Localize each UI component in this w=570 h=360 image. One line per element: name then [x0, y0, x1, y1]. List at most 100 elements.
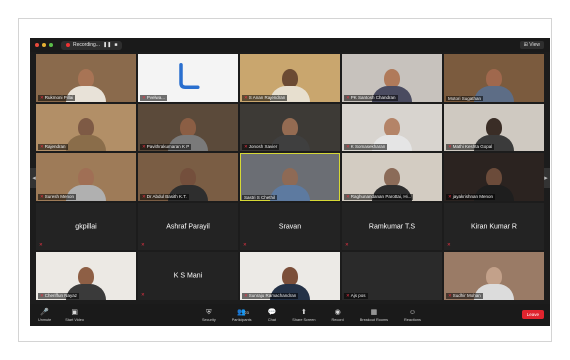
participant-name: Ashraf Parayil — [166, 223, 210, 231]
muted-mic-icon: ✕ — [39, 242, 43, 248]
participant-name: gkpillai — [75, 223, 97, 231]
participant-tile[interactable]: ✕jayakrishnan Menon — [444, 153, 544, 201]
participant-name: ✕Sudhir Mohan — [446, 292, 483, 299]
muted-mic-icon: ✕ — [346, 94, 350, 100]
participants-count: 23 — [244, 309, 249, 315]
participant-tile[interactable]: ✕Raghunandanan Parottai, Hi... — [342, 153, 442, 201]
muted-mic-icon: ✕ — [346, 144, 350, 150]
zoom-meeting-window: Recording... ❚❚ ■ ⊞ View ◂ ▸ ✕Rukmoni Pi… — [30, 38, 550, 326]
participant-tile[interactable]: ✕Jonosh Xavier — [240, 103, 340, 152]
muted-mic-icon: ✕ — [447, 242, 451, 248]
muted-mic-icon: ✕ — [244, 94, 248, 100]
participant-name: ✕Pavithrakumaran K P — [140, 144, 192, 151]
muted-mic-icon: ✕ — [345, 242, 349, 248]
muted-mic-icon: ✕ — [141, 242, 145, 248]
participant-name: Kiran Kumar R — [471, 223, 517, 231]
minimize-window-icon[interactable] — [42, 43, 46, 47]
company-logo-icon — [179, 62, 200, 89]
breakout-button[interactable]: ▦ Breakout Rooms — [360, 305, 388, 325]
participant-tile[interactable]: Ramkumar T.S ✕ — [342, 202, 442, 251]
participant-tile[interactable]: ✕Dr Abdul Basith K.T. — [138, 153, 238, 201]
participant-tile[interactable]: ✕PK Santosh Chandran — [342, 54, 442, 102]
participant-name: Sravan — [278, 223, 302, 231]
participant-name: ✕Jonosh Xavier — [242, 144, 280, 151]
participant-tile[interactable]: Sravan ✕ — [240, 202, 340, 251]
window-controls — [35, 43, 53, 47]
video-button[interactable]: ▣ Start Video — [65, 305, 84, 325]
recording-label: Recording... — [73, 42, 100, 48]
toolbar-label: Start Video — [65, 317, 85, 322]
toolbar-label: Share Screen — [292, 317, 316, 322]
muted-mic-icon: ✕ — [346, 292, 350, 298]
close-window-icon[interactable] — [35, 43, 39, 47]
stop-icon[interactable]: ■ — [114, 42, 117, 48]
breakout-icon: ▦ — [370, 308, 378, 316]
muted-mic-icon: ✕ — [40, 144, 44, 150]
reactions-button[interactable]: ☺ Reactions — [404, 305, 421, 325]
participant-tile[interactable]: ✕Ajs pos — [342, 252, 442, 300]
participant-name: ✕Cheriffun Nayaz — [38, 292, 79, 299]
participant-tile[interactable]: K S Mani ✕ — [138, 252, 238, 300]
participant-tile[interactable]: ✕Suresh Menon — [36, 153, 136, 201]
participant-tile[interactable]: Motori Sugathan — [444, 54, 544, 102]
participant-name: ✕jayakrishnan Menon — [446, 193, 496, 200]
participant-tile[interactable]: ✕Sunraju Ramachandran — [240, 252, 340, 300]
recording-indicator[interactable]: Recording... ❚❚ ■ — [61, 40, 123, 50]
muted-mic-icon: ✕ — [142, 144, 146, 150]
participant-tile[interactable]: ✕Rajendran — [36, 103, 136, 152]
participant-name: Sastri S Chethil — [242, 194, 278, 200]
security-icon: ⛨ — [206, 308, 212, 316]
participant-tile[interactable]: Kiran Kumar R ✕ — [444, 202, 544, 251]
muted-mic-icon: ✕ — [40, 292, 44, 298]
pause-icon[interactable]: ❚❚ — [103, 42, 111, 48]
participant-tile[interactable]: ✕S Anan Rajendran — [240, 54, 340, 102]
participant-name: ✕PK Santosh Chandran — [344, 94, 398, 101]
chat-button[interactable]: 💬 Chat — [268, 305, 277, 325]
muted-mic-icon: ✕ — [448, 144, 452, 150]
record-button[interactable]: ◉ Record — [332, 305, 344, 325]
toolbar-center: ⛨ Security 👥 23 Participants 💬 Chat ⬆ Share Scre… — [202, 305, 421, 325]
participant-tile[interactable]: Ashraf Parayil ✕ — [138, 202, 238, 251]
mic-button[interactable]: 🎤 Unmute — [38, 305, 51, 325]
participant-tile[interactable]: ✕Mathi Keshta Gopal — [444, 103, 544, 152]
participant-name: K S Mani — [173, 272, 203, 280]
security-button[interactable]: ⛨ Security — [202, 305, 216, 325]
participant-tile[interactable]: gkpillai ✕ — [36, 202, 136, 251]
participant-tile[interactable]: Sastri S Chethil — [240, 153, 340, 201]
participant-name: ✕Suresh Menon — [38, 193, 77, 200]
share-screen-button[interactable]: ⬆ Share Screen — [292, 305, 315, 325]
participant-tile[interactable]: ✕Rukmoni Pillai — [36, 54, 136, 102]
participant-name: ✕Pvelwa... — [140, 94, 168, 101]
share-screen-icon: ⬆ — [300, 308, 307, 316]
toolbar-label: Security — [202, 317, 216, 322]
meeting-toolbar: 🎤 Unmute ▣ Start Video ⛨ Security 👥 23 Particip… — [30, 304, 550, 326]
participant-name: ✕Dr Abdul Basith K.T. — [140, 193, 189, 200]
participant-grid: ✕Rukmoni Pillai ✕Pvelwa... ✕S Anan Rajendr… — [36, 54, 544, 300]
muted-mic-icon: ✕ — [244, 292, 248, 298]
participant-tile[interactable]: ✕Pavithrakumaran K P — [138, 103, 238, 152]
participant-name: ✕Sunraju Ramachandran — [242, 292, 299, 299]
muted-mic-icon: ✕ — [142, 193, 146, 199]
top-bar: Recording... ❚❚ ■ ⊞ View — [30, 38, 550, 52]
participant-name: Ramkumar T.S — [368, 223, 416, 231]
maximize-window-icon[interactable] — [49, 43, 53, 47]
participant-name: ✕Ajs pos — [344, 292, 368, 299]
participant-tile[interactable]: ✕Sudhir Mohan — [444, 252, 544, 300]
muted-mic-icon: ✕ — [346, 193, 350, 199]
toolbar-label: Unmute — [38, 317, 52, 322]
participant-name: ✕Raghunandanan Parottai, Hi... — [344, 193, 414, 200]
view-label: View — [529, 42, 540, 48]
leave-button[interactable]: Leave — [521, 310, 544, 319]
participant-tile[interactable]: ✕K Somasekharan — [342, 103, 442, 152]
participant-tile[interactable]: ✕Pvelwa... — [138, 54, 238, 102]
view-button[interactable]: ⊞ View — [519, 41, 544, 49]
participant-name: ✕Rajendran — [38, 144, 68, 151]
muted-mic-icon: ✕ — [243, 242, 247, 248]
participant-name: Motori Sugathan — [446, 95, 484, 101]
participant-name: ✕Mathi Keshta Gopal — [446, 144, 495, 151]
toolbar-label: Record — [331, 317, 344, 322]
toolbar-label: Reactions — [404, 317, 421, 322]
participants-button[interactable]: 👥 23 Participants — [232, 305, 252, 325]
participant-tile[interactable]: ✕Cheriffun Nayaz — [36, 252, 136, 300]
reactions-icon: ☺ — [408, 308, 417, 316]
